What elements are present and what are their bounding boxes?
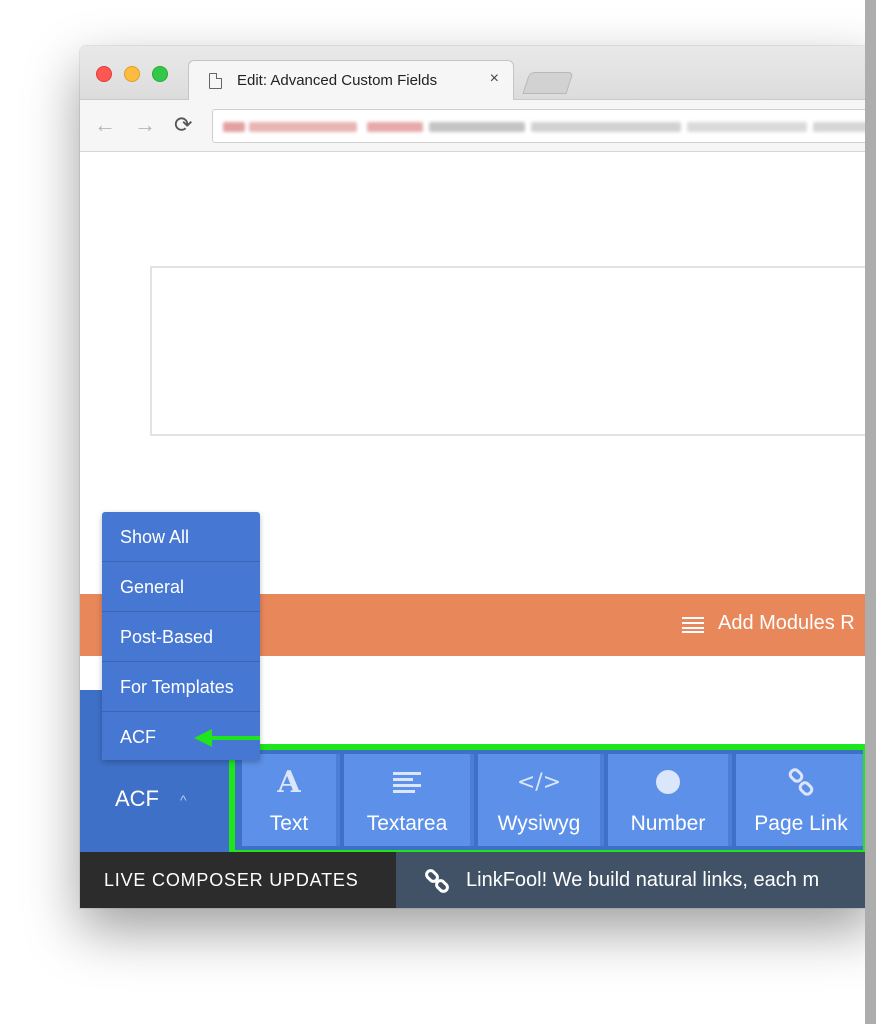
module-page-link[interactable]: Page Link [736, 754, 866, 846]
align-left-icon [344, 764, 470, 800]
tab-close-icon[interactable]: × [490, 70, 499, 88]
reload-icon[interactable]: ⟳ [174, 111, 192, 139]
zoom-window-button[interactable] [152, 66, 168, 82]
new-tab-button[interactable] [522, 72, 574, 94]
url-blur-segment [223, 122, 245, 132]
category-item-post-based[interactable]: Post-Based [102, 612, 260, 662]
url-blur-segment [249, 122, 357, 132]
category-item-for-templates[interactable]: For Templates [102, 662, 260, 712]
circle-icon [608, 764, 728, 800]
url-blur-segment [429, 122, 525, 132]
tab-title: Edit: Advanced Custom Fields [237, 72, 438, 89]
add-modules-row-label: Add Modules R [718, 612, 855, 634]
module-textarea[interactable]: Textarea [344, 754, 474, 846]
chevron-up-icon[interactable]: ^ [180, 792, 187, 808]
module-number[interactable]: Number [608, 754, 732, 846]
current-category-label[interactable]: ACF [115, 786, 159, 812]
module-label: Number [630, 812, 706, 835]
category-item-acf[interactable]: ACF [102, 712, 260, 762]
code-icon: </> [516, 769, 562, 795]
forward-arrow-icon[interactable]: → [134, 111, 156, 139]
modules-list: A Text Textarea </> Wysiwyg Number Page … [240, 750, 876, 852]
news-headline-link[interactable]: LinkFool! We build natural links, each m [466, 869, 819, 892]
menu-bars-icon [682, 617, 704, 633]
content-placeholder-box [150, 266, 876, 436]
link-icon [425, 869, 449, 893]
category-item-label: Post-Based [120, 627, 214, 647]
url-blur-segment [531, 122, 681, 132]
url-blur-segment [687, 122, 807, 132]
link-icon [736, 764, 866, 800]
browser-tab-active[interactable]: Edit: Advanced Custom Fields × [188, 60, 514, 100]
category-dropdown-menu: Show All General Post-Based For Template… [102, 512, 260, 760]
category-item-general[interactable]: General [102, 562, 260, 612]
news-section-label: LIVE COMPOSER UPDATES [80, 852, 396, 908]
category-item-label: ACF [120, 727, 156, 747]
module-text[interactable]: A Text [242, 754, 340, 846]
browser-toolbar: ← → ⟳ [80, 100, 876, 152]
module-label: Page Link [754, 812, 848, 835]
news-ticker-bar: LIVE COMPOSER UPDATES LinkFool! We build… [80, 852, 876, 908]
category-item-label: Show All [120, 527, 190, 547]
module-label: Wysiwyg [497, 812, 581, 835]
minimize-window-button[interactable] [124, 66, 140, 82]
page-icon [209, 73, 222, 89]
module-label: Textarea [366, 812, 448, 835]
module-label: Text [269, 812, 309, 835]
url-blur-segment [367, 122, 423, 132]
back-arrow-icon[interactable]: ← [94, 111, 116, 139]
module-wysiwyg[interactable]: </> Wysiwyg [478, 754, 604, 846]
screenshot-stage: Edit: Advanced Custom Fields × ← → ⟳ Add… [0, 0, 876, 1024]
close-window-button[interactable] [96, 66, 112, 82]
category-item-label: For Templates [120, 677, 234, 697]
arrow-left-icon [194, 729, 260, 747]
letter-a-icon: A [277, 764, 301, 800]
window-edge-scrollbar [865, 0, 876, 1024]
category-item-label: General [120, 577, 185, 597]
browser-titlebar: Edit: Advanced Custom Fields × [80, 46, 876, 100]
browser-window: Edit: Advanced Custom Fields × ← → ⟳ Add… [80, 46, 876, 908]
category-item-show-all[interactable]: Show All [102, 512, 260, 562]
address-bar[interactable] [212, 109, 876, 143]
